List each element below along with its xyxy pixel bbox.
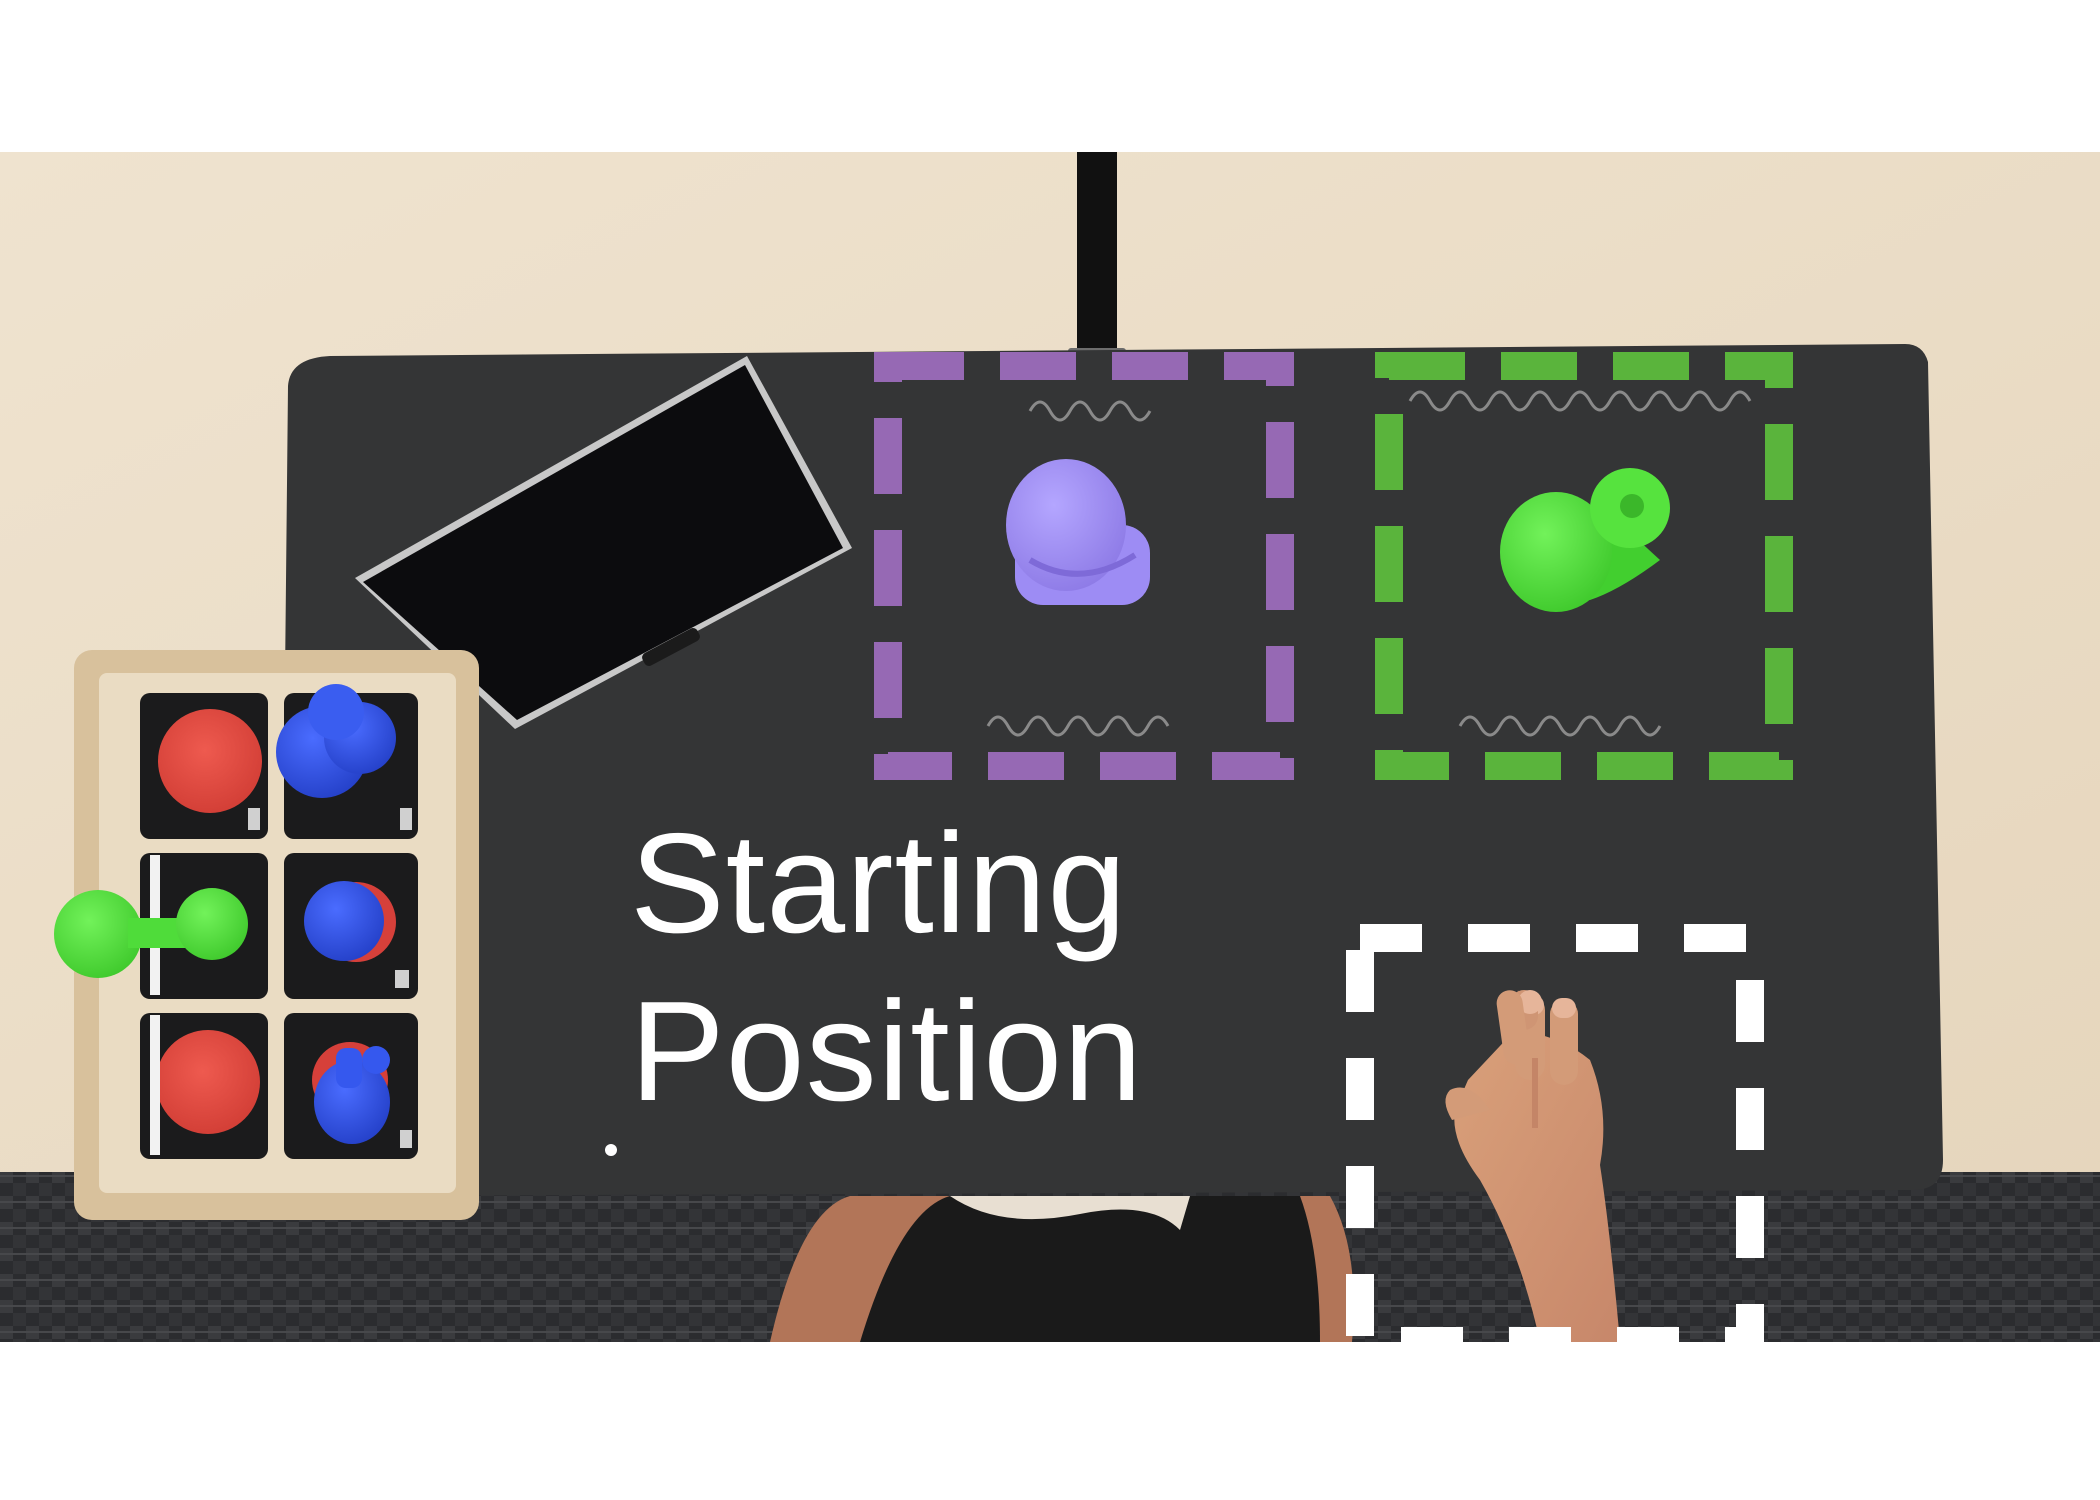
photo-frame [0, 152, 2100, 1355]
start-marker-dot [605, 1144, 617, 1156]
caption-line-2: Position [630, 972, 1144, 1131]
person-torso [770, 1196, 1354, 1342]
red-token [156, 1030, 260, 1134]
object-tray [54, 650, 479, 1220]
caption-line-1: Starting [630, 804, 1128, 963]
red-token [158, 709, 262, 813]
mat-strap [1077, 152, 1117, 352]
scene-photo [0, 152, 2100, 1355]
starting-position-caption: Starting Position [630, 800, 1143, 1136]
blue-object [304, 881, 384, 961]
